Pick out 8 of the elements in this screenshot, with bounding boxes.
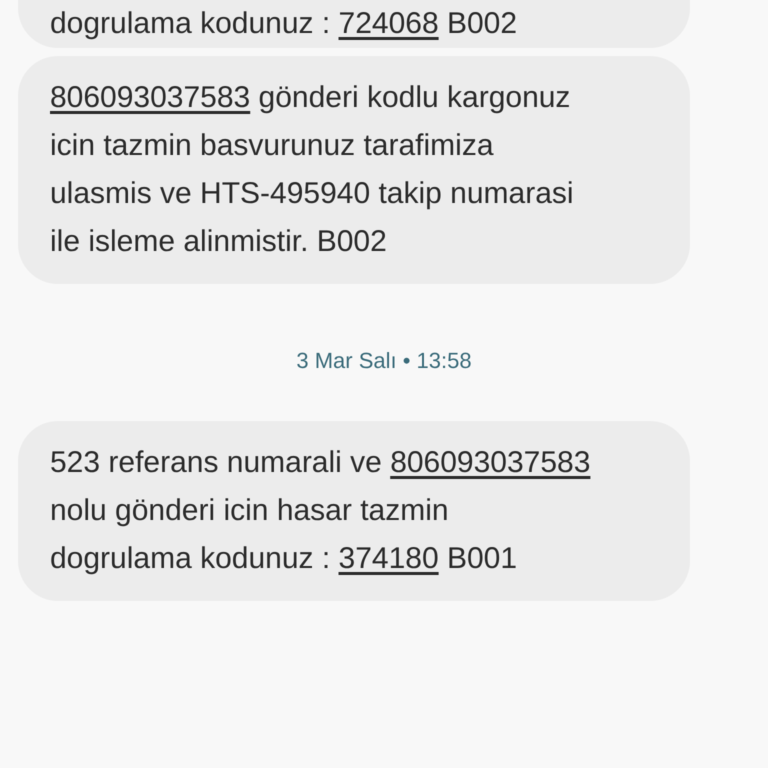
message-link[interactable]: 806093037583 (390, 446, 590, 479)
message-text: 806093037583 gönderi kodlu kargonuz icin tazmin basvurunuz tarafimiza ulasmis ve HTS-495940 takip numarasi ile isleme alinmistir. B002 (50, 80, 575, 260)
message-link[interactable]: 374180 (338, 542, 439, 575)
message-link[interactable]: 724068 (338, 7, 439, 40)
message-text: dogrulama kodunuz : 724068 B002 (50, 6, 518, 42)
date-time-label: 3 Mar Salı • 13:58 (296, 347, 472, 375)
message-text: 523 referans numarali ve 806093037583 nolu gönderi icin hasar tazmin dogrulama kodunuz : 374180 B001 (50, 445, 592, 577)
message-link[interactable]: 806093037583 (50, 81, 250, 114)
